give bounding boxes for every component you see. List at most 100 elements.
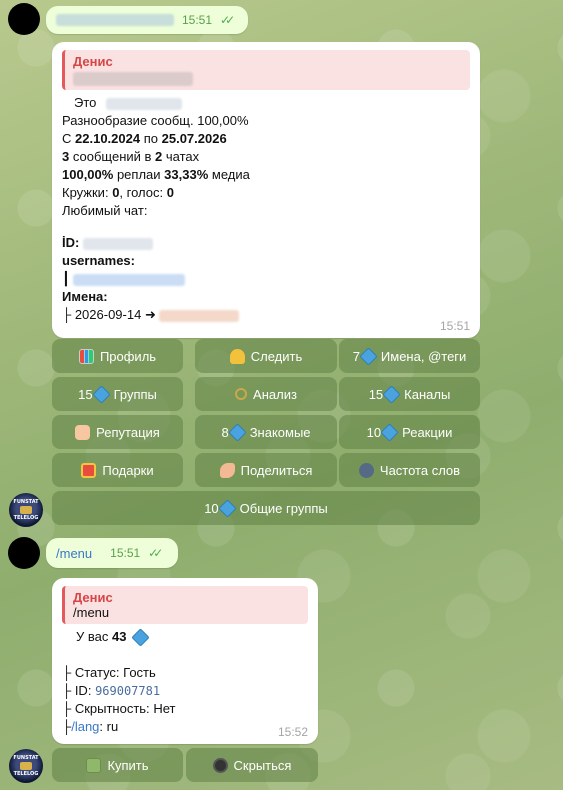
replies-line: 100,00% реплаи 33,33% медиа — [62, 166, 470, 184]
keyboard-button[interactable]: Купить — [52, 748, 183, 782]
diamond-icon — [227, 422, 247, 442]
blurred-text — [73, 72, 193, 86]
keyboard-button[interactable]: Подарки — [52, 453, 183, 487]
id-line: ├ ID: 969007781 — [62, 682, 308, 700]
outgoing-message-menu[interactable]: /menu 15:51 ✓✓ — [46, 538, 178, 568]
reply-author: Денис — [73, 590, 113, 605]
usernames-line: usernames: — [62, 252, 470, 270]
diversity-line: Разнообразие сообщ. 100,00% — [62, 113, 249, 128]
avatar-text-top: FUNSTAT — [13, 499, 39, 505]
button-label: Знакомые — [249, 424, 311, 440]
keyboard-button[interactable]: 7 Имена, @теги — [339, 339, 480, 373]
message-time: 15:51 — [439, 319, 470, 333]
keyboard-button[interactable]: 15 Группы — [52, 377, 183, 411]
message-time: 15:52 — [277, 725, 308, 739]
button-label: Следить — [250, 348, 303, 364]
message-time: 15:51 — [110, 546, 141, 560]
status-line: ├ Статус: Гость — [62, 664, 308, 682]
hidden-line: ├ Скрытность: Нет — [62, 700, 308, 718]
fav-chat-line: Любимый чат: — [62, 203, 148, 218]
user-avatar[interactable] — [8, 3, 40, 35]
read-checks-icon: ✓✓ — [220, 13, 235, 27]
ninja-icon — [212, 757, 228, 773]
status-label: ├ Статус: — [62, 665, 120, 680]
messages-line: 3 сообщений в 2 чатах — [62, 148, 470, 166]
blurred-text — [159, 309, 240, 322]
names-entry: ├ 2026-09-14 ➜ — [62, 306, 470, 324]
keyboard-button[interactable]: Поделиться — [195, 453, 337, 487]
button-label: Поделиться — [240, 462, 313, 478]
message-time: 15:51 — [182, 13, 213, 27]
balance-value: 43 — [112, 629, 127, 644]
keyboard-button[interactable]: Частота слов — [339, 453, 480, 487]
voice-label: , голос: — [119, 185, 164, 200]
voice-value: 0 — [166, 185, 174, 200]
outgoing-message[interactable]: 15:51 ✓✓ — [46, 6, 248, 34]
keyboard-button[interactable]: Репутация — [52, 415, 183, 449]
replies-pct: 100,00% — [62, 167, 114, 182]
diamond-icon — [359, 346, 378, 366]
keyboard-button[interactable]: 15 Каналы — [339, 377, 480, 411]
button-label: Скрыться — [233, 757, 292, 773]
keyboard-button[interactable]: Профиль — [52, 339, 183, 373]
diamond-icon — [380, 422, 399, 442]
bell-icon — [229, 348, 245, 364]
gift-icon — [81, 462, 97, 478]
media-label: медиа — [211, 167, 250, 182]
button-label: Общие группы — [239, 500, 328, 516]
replies-label: реплаи — [116, 167, 161, 182]
lang-line: ├/lang: ru — [62, 718, 308, 736]
button-count: 10 — [366, 424, 382, 440]
diamond-icon — [217, 498, 237, 518]
diamond-icon — [382, 384, 401, 404]
status-message[interactable]: Денис /menu У вас 43 ├ Статус: Гость ├ I… — [52, 578, 318, 744]
bot-avatar[interactable]: FUNSTAT TELELOG — [9, 493, 43, 527]
menu-command[interactable]: /menu — [56, 546, 92, 561]
keyboard-button[interactable]: Анализ — [195, 377, 337, 411]
bot-avatar[interactable]: FUNSTAT TELELOG — [9, 749, 43, 783]
keyboard-button[interactable]: 10 Общие группы — [52, 491, 480, 525]
chats-count: 2 — [155, 149, 163, 164]
reply-quote[interactable]: Денис — [62, 50, 470, 90]
eto-line: Это — [62, 94, 470, 112]
money-icon — [86, 757, 102, 773]
reply-author: Денис — [73, 54, 113, 69]
period-from: 22.10.2024 — [75, 131, 141, 146]
blurred-text — [106, 97, 183, 110]
arrow-icon: ➜ — [144, 307, 156, 322]
id-label: İD: — [62, 235, 80, 250]
blurred-link[interactable] — [73, 273, 186, 286]
button-count: 15 — [78, 386, 93, 402]
reply-text: /menu — [73, 605, 110, 620]
button-label: Анализ — [253, 386, 297, 402]
user-avatar[interactable] — [8, 537, 40, 569]
status-value: Гость — [123, 665, 156, 680]
magnifier-icon — [235, 388, 248, 400]
names-label: Имена: — [62, 289, 108, 304]
keyboard-button[interactable]: 10 Реакции — [339, 415, 480, 449]
read-checks-icon: ✓✓ — [148, 546, 163, 560]
keyboard-button[interactable]: Следить — [195, 339, 337, 373]
circles-label: Кружки: — [62, 185, 109, 200]
lang-link[interactable]: /lang — [71, 719, 99, 734]
reply-quote[interactable]: Денис /menu — [62, 586, 308, 624]
id-value[interactable]: 969007781 — [95, 684, 160, 698]
id-label: ├ ID: — [62, 683, 92, 698]
keyboard-button[interactable]: 8 Знакомые — [195, 415, 337, 449]
messages-count: 3 — [62, 149, 70, 164]
keyboard-button[interactable]: Скрыться — [186, 748, 318, 782]
lang-prefix: ├ — [62, 719, 72, 734]
period-mid: по — [143, 131, 158, 146]
avatar-text-bottom: TELELOG — [13, 771, 39, 777]
balance-prefix: У вас — [76, 629, 109, 644]
button-count: 15 — [368, 386, 384, 402]
names-entry-date: ├ 2026-09-14 — [62, 307, 142, 322]
button-count: 8 — [221, 424, 229, 440]
button-label: Каналы — [404, 386, 451, 402]
usernames-prefix: ┃ — [62, 271, 70, 286]
id-line: İD: — [62, 234, 470, 252]
media-pct: 33,33% — [164, 167, 209, 182]
profile-message[interactable]: Денис Это Разнообразие сообщ. 100,00% С … — [52, 42, 480, 338]
